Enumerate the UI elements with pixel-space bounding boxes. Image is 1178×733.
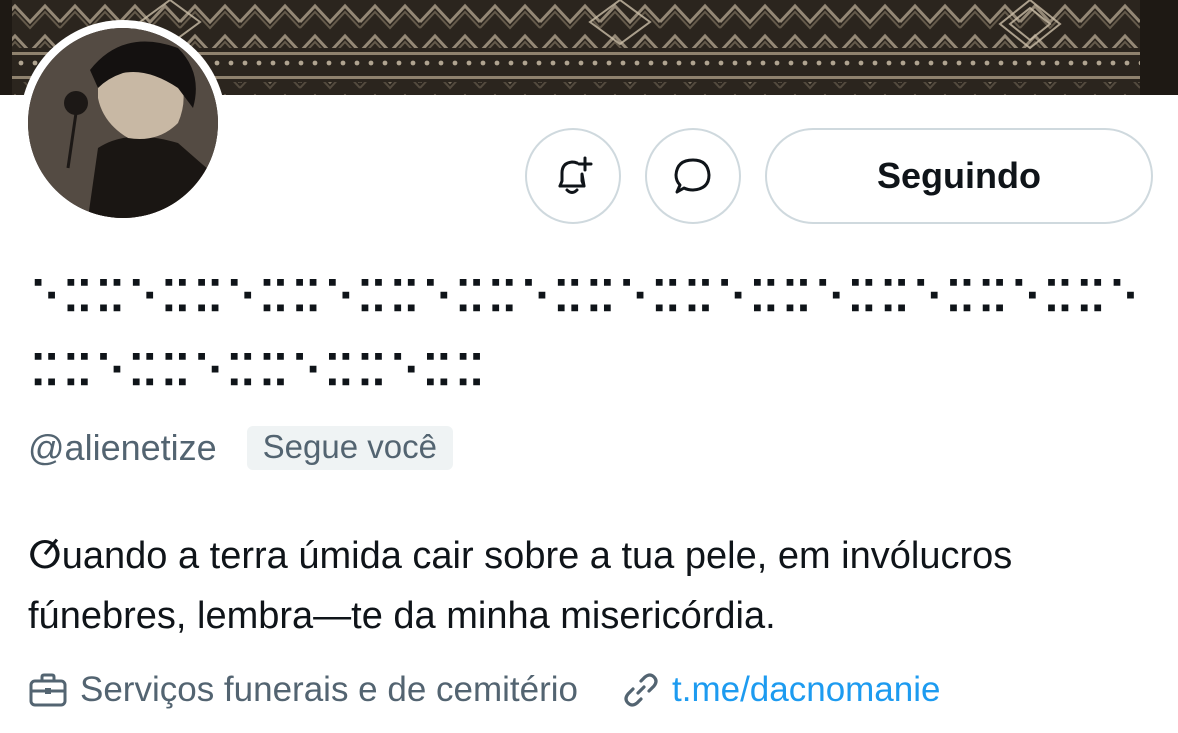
link-icon [622, 671, 660, 709]
briefcase-icon [28, 672, 68, 708]
message-button[interactable] [645, 128, 741, 224]
message-bubble-icon [674, 158, 711, 194]
user-handle: @alienetize [28, 427, 217, 468]
handle-row: @alienetize Segue você [28, 422, 453, 474]
website-link[interactable]: t.me/dacnomanie [672, 670, 940, 710]
following-button[interactable]: Seguindo [765, 128, 1153, 224]
category-label: Serviços funerais e de cemitério [80, 670, 578, 709]
website-item[interactable]: t.me/dacnomanie [622, 670, 940, 710]
avatar[interactable] [28, 28, 218, 218]
avatar-frame [20, 20, 226, 226]
avatar-image [28, 28, 218, 218]
category-item: Serviços funerais e de cemitério [28, 670, 578, 710]
profile-meta: Serviços funerais e de cemitério t.me/da… [28, 664, 940, 716]
bio: ⵚuando a terra úmida cair sobre a tua pe… [28, 535, 1013, 637]
bell-plus-icon [558, 156, 593, 194]
display-name: ⠑⠭⠭⠑⠭⠭⠑⠭⠭⠑⠭⠭⠑⠭⠭⠑⠭⠭⠑⠭⠭⠑⠭⠭⠑⠭⠭⠑⠭⠭⠑⠭⠭⠑⠭⠭⠑⠭⠭⠑… [28, 272, 1141, 400]
notify-button[interactable] [525, 128, 621, 224]
follows-you-badge: Segue você [246, 426, 453, 470]
